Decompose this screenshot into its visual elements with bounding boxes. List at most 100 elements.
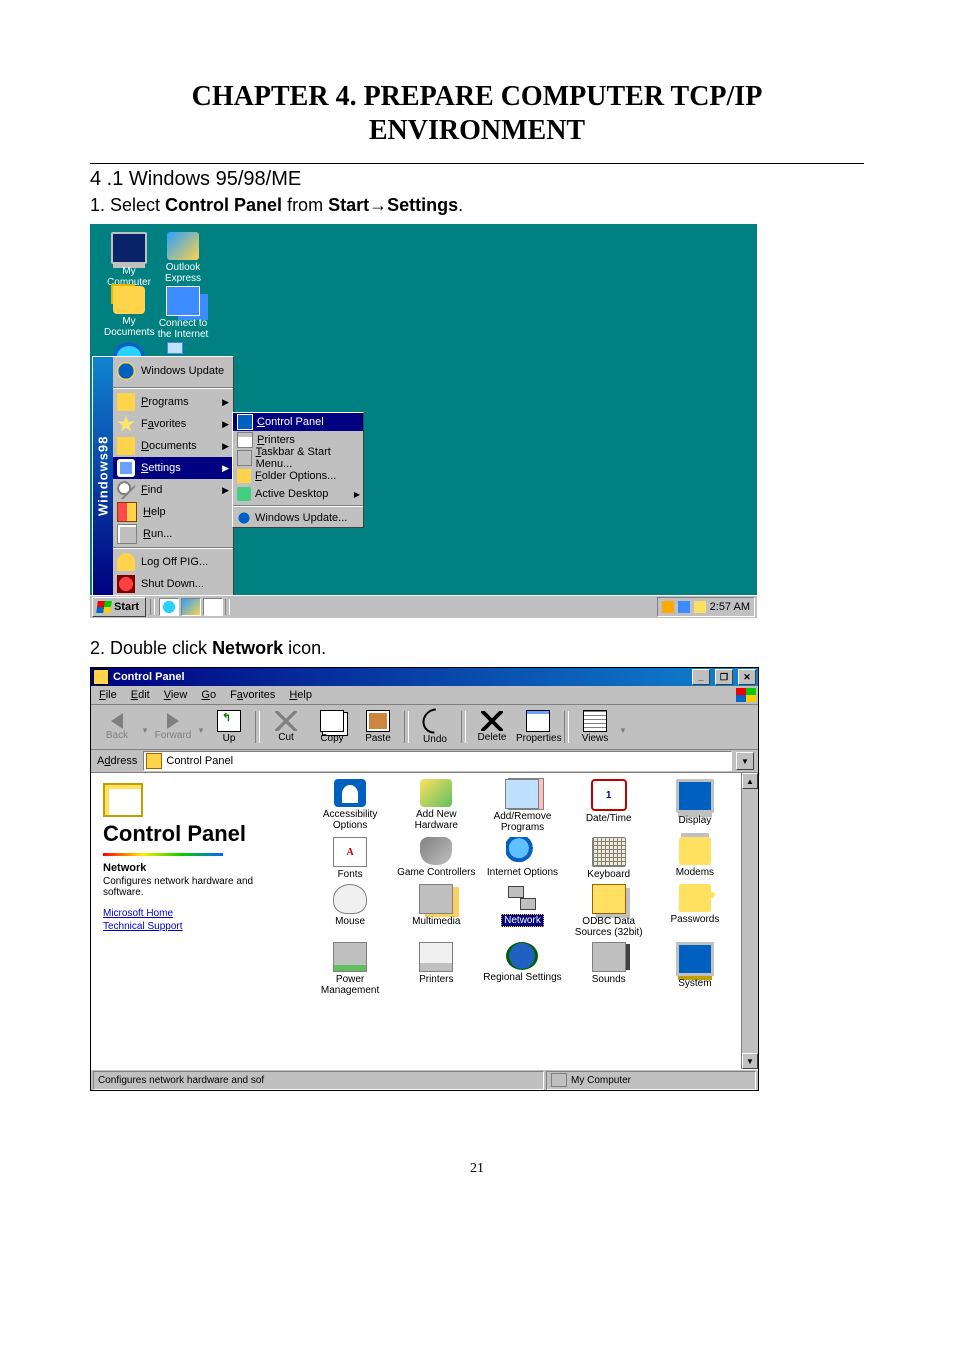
toolbar-label: Paste — [356, 733, 400, 744]
desktop-label: Outlook Express — [158, 262, 208, 284]
menu-label: Favorites — [141, 418, 186, 430]
icon-label: System — [654, 978, 736, 989]
menu-file[interactable]: File — [93, 689, 123, 701]
submenu-folder-options[interactable]: Folder Options... — [233, 467, 363, 485]
forward-icon — [167, 713, 179, 729]
icon-sounds[interactable]: Sounds — [568, 942, 650, 996]
icon-regional[interactable]: Regional Settings — [481, 942, 563, 996]
menu-windows-update[interactable]: Windows Update — [113, 357, 233, 385]
status-text: Configures network hardware and sof — [93, 1071, 544, 1090]
quicklaunch-desktop[interactable] — [203, 598, 223, 616]
forward-dropdown[interactable]: ▼ — [197, 720, 205, 735]
icon-label: Multimedia — [395, 916, 477, 927]
keyboard-icon — [592, 837, 626, 867]
step-1: 1. Select Control Panel from Start→Setti… — [90, 195, 864, 216]
menu-go[interactable]: Go — [195, 689, 222, 701]
desktop-icon-connect-internet[interactable]: Connect to the Internet — [154, 286, 212, 340]
desktop-icon-outlook[interactable]: Outlook Express — [158, 232, 208, 284]
undo-button[interactable]: Undo — [413, 709, 457, 745]
address-field[interactable]: Control Panel — [143, 751, 732, 771]
quicklaunch-ie[interactable] — [159, 598, 179, 616]
icon-system[interactable]: System — [654, 942, 736, 996]
link-microsoft-home[interactable]: Microsoft Home — [103, 908, 293, 919]
icon-network[interactable]: Network — [481, 884, 563, 938]
section-rule — [90, 163, 864, 164]
quicklaunch-outlook[interactable] — [181, 598, 201, 616]
icon-accessibility[interactable]: Accessibility Options — [309, 779, 391, 833]
menu-favorites[interactable]: Favorites▶ — [113, 413, 233, 435]
tray-icon[interactable] — [678, 601, 690, 613]
help-icon — [117, 502, 137, 522]
start-menu-list: Windows Update Programs▶ Favorites▶ Docu… — [113, 357, 233, 595]
submenu-windows-update[interactable]: Windows Update... — [233, 509, 363, 527]
menu-edit[interactable]: Edit — [125, 689, 156, 701]
forward-button[interactable]: Forward — [151, 713, 195, 741]
back-dropdown[interactable]: ▼ — [141, 720, 149, 735]
power-icon — [117, 575, 135, 593]
folder-icon — [146, 753, 162, 769]
menu-view[interactable]: View — [158, 689, 194, 701]
icon-power[interactable]: Power Management — [309, 942, 391, 996]
windows-logo-icon — [96, 601, 112, 613]
menu-help[interactable]: Help — [283, 689, 318, 701]
volume-icon[interactable] — [694, 601, 706, 613]
menu-settings[interactable]: Settings▶ — [113, 457, 233, 479]
icon-printers[interactable]: Printers — [395, 942, 477, 996]
tray-icon[interactable] — [662, 601, 674, 613]
address-dropdown[interactable]: ▼ — [736, 752, 754, 770]
icon-display[interactable]: Display — [654, 779, 736, 833]
desktop-icon-my-documents[interactable]: My Documents — [104, 286, 154, 338]
cut-button[interactable]: Cut — [264, 711, 308, 743]
icon-fonts[interactable]: Fonts — [309, 837, 391, 880]
link-technical-support[interactable]: Technical Support — [103, 921, 293, 932]
menu-shutdown[interactable]: Shut Down... — [113, 573, 233, 595]
icon-game[interactable]: Game Controllers — [395, 837, 477, 880]
submenu-active-desktop[interactable]: Active Desktop▶ — [233, 485, 363, 503]
menu-programs[interactable]: Programs▶ — [113, 391, 233, 413]
menu-documents[interactable]: Documents▶ — [113, 435, 233, 457]
icon-keyboard[interactable]: Keyboard — [568, 837, 650, 880]
icon-add-remove[interactable]: Add/Remove Programs — [481, 779, 563, 833]
properties-button[interactable]: Properties — [516, 710, 560, 744]
copy-button[interactable]: Copy — [310, 710, 354, 744]
icon-mouse[interactable]: Mouse — [309, 884, 391, 938]
icon-label: Sounds — [568, 974, 650, 985]
minimize-button[interactable]: _ — [692, 669, 710, 685]
delete-button[interactable]: Delete — [470, 711, 514, 743]
submenu-control-panel[interactable]: Control Panel — [233, 413, 363, 431]
back-button[interactable]: Back — [95, 713, 139, 741]
close-button[interactable]: ✕ — [738, 669, 756, 685]
icon-multimedia[interactable]: Multimedia — [395, 884, 477, 938]
start-menu: Windows98 Windows Update Programs▶ Favor… — [92, 356, 234, 596]
screenshot-control-panel: Control Panel _ ❐ ✕ File Edit View Go Fa… — [90, 667, 759, 1091]
icon-modems[interactable]: Modems — [654, 837, 736, 880]
views-icon — [583, 710, 607, 732]
icon-add-hardware[interactable]: Add New Hardware — [395, 779, 477, 833]
views-dropdown[interactable]: ▼ — [619, 720, 627, 735]
icon-date-time[interactable]: Date/Time — [568, 779, 650, 833]
computer-icon — [551, 1073, 567, 1087]
desktop-icon-my-computer[interactable]: My Computer — [104, 232, 154, 288]
views-button[interactable]: Views — [573, 710, 617, 744]
menu-label: Run... — [143, 528, 172, 540]
arrow-icon: ▶ — [354, 490, 360, 499]
clock[interactable]: 2:57 AM — [710, 601, 750, 613]
scroll-up-button[interactable]: ▲ — [742, 773, 758, 789]
paste-button[interactable]: Paste — [356, 710, 400, 744]
menu-separator — [233, 505, 363, 507]
toolbar-label: Cut — [264, 732, 308, 743]
menu-logoff[interactable]: Log Off PIG... — [113, 551, 233, 573]
start-button[interactable]: Start — [92, 597, 146, 617]
restore-button[interactable]: ❐ — [715, 669, 733, 685]
menu-favorites[interactable]: Favorites — [224, 689, 281, 701]
menu-find[interactable]: Find▶ — [113, 479, 233, 501]
submenu-taskbar[interactable]: Taskbar & Start Menu... — [233, 449, 363, 467]
icon-passwords[interactable]: Passwords — [654, 884, 736, 938]
menu-help[interactable]: Help — [113, 501, 233, 523]
start-menu-banner: Windows98 — [93, 357, 113, 595]
up-button[interactable]: Up — [207, 710, 251, 744]
scroll-down-button[interactable]: ▼ — [742, 1053, 758, 1069]
icon-odbc[interactable]: ODBC Data Sources (32bit) — [568, 884, 650, 938]
menu-run[interactable]: Run... — [113, 523, 233, 545]
icon-internet[interactable]: Internet Options — [481, 837, 563, 880]
